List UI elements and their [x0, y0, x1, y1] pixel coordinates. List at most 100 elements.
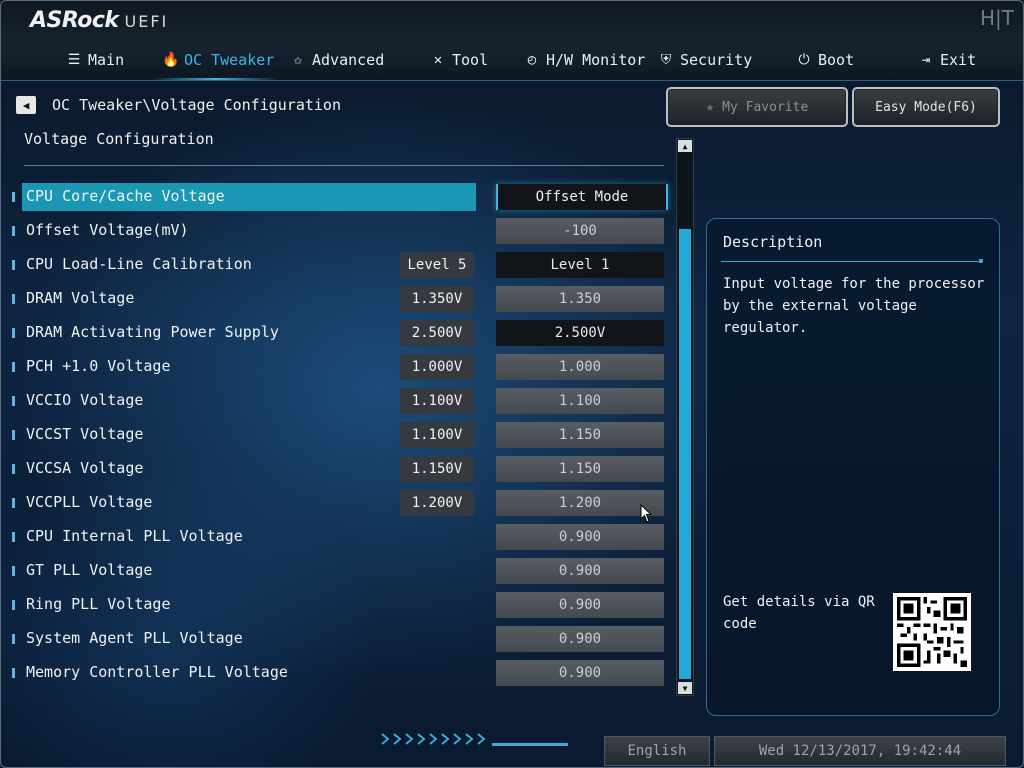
my-favorite-button[interactable]: ★ My Favorite: [666, 87, 848, 127]
description-text: Input voltage for the processor by the e…: [723, 276, 985, 336]
shield-icon: ⛨: [660, 52, 672, 68]
setting-label: VCCPLL Voltage: [26, 493, 153, 511]
row-bullet: [12, 600, 15, 610]
easy-mode-button[interactable]: Easy Mode(F6): [852, 87, 1000, 127]
setting-value-input[interactable]: 0.900: [496, 660, 664, 686]
current-value: 1.150V: [400, 456, 474, 482]
footer-decoration: [381, 733, 568, 746]
setting-row-offset-voltage[interactable]: Offset Voltage(mV) -100: [8, 217, 668, 245]
setting-label: VCCSA Voltage: [26, 459, 144, 477]
row-bullet: [12, 634, 15, 644]
asrock-logo: ASRock UEFI: [30, 8, 169, 33]
setting-value-input[interactable]: 0.900: [496, 592, 664, 618]
flame-icon: 🔥: [162, 52, 180, 68]
setting-label: PCH +1.0 Voltage: [26, 357, 171, 375]
tab-tool[interactable]: ✕ Tool: [430, 46, 488, 74]
setting-label: DRAM Voltage: [26, 289, 135, 307]
row-bullet: [12, 362, 15, 372]
setting-row-vccsa-voltage[interactable]: VCCSA Voltage 1.150V 1.150: [8, 455, 668, 483]
setting-label: Ring PLL Voltage: [26, 595, 171, 613]
row-bullet: [12, 430, 15, 440]
back-button[interactable]: ◀: [16, 96, 36, 114]
setting-value-dropdown[interactable]: 2.500V: [496, 320, 664, 346]
setting-label: DRAM Activating Power Supply: [26, 323, 279, 341]
mouse-cursor-icon: [640, 504, 653, 523]
current-value: 1.100V: [400, 422, 474, 448]
setting-value-input[interactable]: 1.150: [496, 456, 664, 482]
setting-value-dropdown[interactable]: Offset Mode: [496, 184, 668, 210]
setting-value-input[interactable]: 1.350: [496, 286, 664, 312]
tab-hw-monitor[interactable]: ◴ H/W Monitor: [524, 46, 646, 74]
setting-row-cpu-llc[interactable]: CPU Load-Line Calibration Level 5 Level …: [8, 251, 668, 279]
list-icon: ☰: [67, 52, 81, 68]
setting-label: CPU Load-Line Calibration: [26, 255, 252, 273]
current-value: 1.000V: [400, 354, 474, 380]
setting-label: System Agent PLL Voltage: [26, 629, 243, 647]
row-bullet: [12, 294, 15, 304]
monitor-icon: ◴: [527, 52, 537, 68]
tab-security[interactable]: ⛨ Security: [658, 46, 753, 74]
row-bullet: [12, 498, 15, 508]
row-bullet: [12, 566, 15, 576]
setting-value-input[interactable]: 0.900: [496, 558, 664, 584]
current-value: 1.100V: [400, 388, 474, 414]
tab-oc-tweaker[interactable]: 🔥 OC Tweaker: [162, 46, 274, 74]
setting-row-ring-pll[interactable]: Ring PLL Voltage 0.900: [8, 591, 668, 619]
setting-value-input[interactable]: 0.900: [496, 626, 664, 652]
setting-value-input[interactable]: 1.150: [496, 422, 664, 448]
divider: [24, 165, 664, 166]
tab-main[interactable]: ☰ Main: [66, 46, 124, 74]
setting-label: Offset Voltage(mV): [26, 221, 189, 239]
setting-row-vccpll-voltage[interactable]: VCCPLL Voltage 1.200V 1.200: [8, 489, 668, 517]
scrollbar[interactable]: ▲ ▼: [676, 138, 694, 696]
setting-row-system-agent-pll[interactable]: System Agent PLL Voltage 0.900: [8, 625, 668, 653]
setting-row-cpu-internal-pll[interactable]: CPU Internal PLL Voltage 0.900: [8, 523, 668, 551]
section-title: Voltage Configuration: [24, 130, 214, 148]
language-selector[interactable]: English: [604, 736, 710, 766]
setting-row-dram-activating-power[interactable]: DRAM Activating Power Supply 2.500V 2.50…: [8, 319, 668, 347]
setting-row-pch-voltage[interactable]: PCH +1.0 Voltage 1.000V 1.000: [8, 353, 668, 381]
row-bullet: [12, 226, 15, 236]
tab-exit[interactable]: ⇥ Exit: [918, 46, 976, 74]
qr-code-icon: [893, 593, 971, 671]
setting-value-dropdown[interactable]: Level 1: [496, 252, 664, 278]
setting-value-input[interactable]: -100: [496, 218, 664, 244]
setting-value-input[interactable]: 1.200: [496, 490, 664, 516]
setting-row-memory-controller-pll[interactable]: Memory Controller PLL Voltage 0.900: [8, 659, 668, 687]
scroll-down-arrow-icon[interactable]: ▼: [678, 682, 692, 694]
setting-row-vccio-voltage[interactable]: VCCIO Voltage 1.100V 1.100: [8, 387, 668, 415]
setting-row-vccst-voltage[interactable]: VCCST Voltage 1.100V 1.150: [8, 421, 668, 449]
setting-label: CPU Internal PLL Voltage: [26, 527, 243, 545]
setting-value-input[interactable]: 1.000: [496, 354, 664, 380]
star-icon: ★: [705, 99, 715, 115]
row-bullet: [12, 668, 15, 678]
setting-row-cpu-core-cache-voltage[interactable]: CPU Core/Cache Voltage Offset Mode: [8, 183, 668, 211]
datetime-display: Wed 12/13/2017, 19:42:44: [714, 736, 1006, 766]
tab-advanced[interactable]: ✩ Advanced: [290, 46, 384, 74]
scroll-up-arrow-icon[interactable]: ▲: [678, 140, 692, 152]
setting-row-gt-pll[interactable]: GT PLL Voltage 0.900: [8, 557, 668, 585]
description-panel: Description Input voltage for the proces…: [706, 218, 1000, 716]
scrollbar-thumb[interactable]: [679, 229, 691, 679]
setting-row-dram-voltage[interactable]: DRAM Voltage 1.350V 1.350: [8, 285, 668, 313]
main-nav: ☰ Main 🔥 OC Tweaker ✩ Advanced ✕ Tool ◴ H/W M…: [0, 46, 1024, 80]
power-icon: ⏻: [798, 52, 810, 68]
tab-boot[interactable]: ⏻ Boot: [796, 46, 854, 74]
row-bullet: [12, 260, 15, 270]
setting-value-input[interactable]: 0.900: [496, 524, 664, 550]
star-icon: ✩: [293, 52, 303, 68]
back-arrow-icon: ◀: [22, 98, 30, 112]
current-value: 1.200V: [400, 490, 474, 516]
setting-label: Memory Controller PLL Voltage: [26, 663, 288, 681]
row-bullet: [12, 464, 15, 474]
row-bullet: [12, 396, 15, 406]
description-title: Description: [723, 233, 823, 251]
tools-icon: ✕: [433, 52, 443, 68]
setting-label: VCCST Voltage: [26, 425, 144, 443]
setting-value-input[interactable]: 1.100: [496, 388, 664, 414]
exit-icon: ⇥: [921, 52, 931, 68]
row-bullet: [12, 532, 15, 542]
setting-label: VCCIO Voltage: [26, 391, 144, 409]
current-value: 1.350V: [400, 286, 474, 312]
brand-mark: H|T: [980, 6, 1014, 30]
